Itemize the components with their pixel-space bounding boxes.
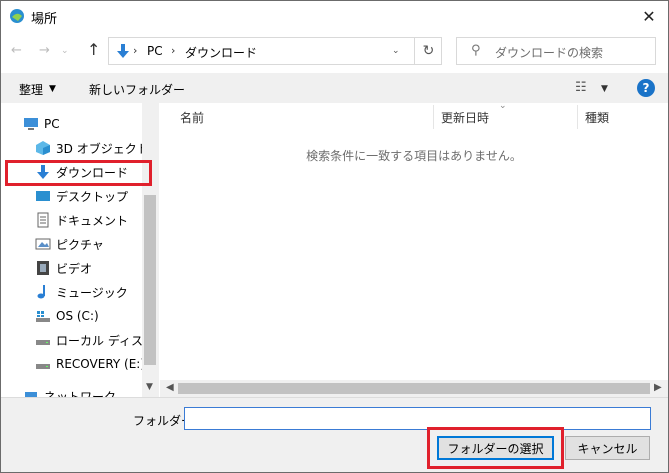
view-dropdown-icon[interactable]: ▼ [601,84,608,94]
scroll-right-icon[interactable]: ▶ [654,382,662,393]
column-header-type[interactable]: 種類 [585,109,609,126]
column-separator[interactable] [577,105,578,129]
organize-dropdown-icon[interactable]: ▼ [49,84,56,94]
new-folder-button[interactable]: 新しいフォルダー [89,81,185,98]
drive-icon [36,364,50,369]
nav-item-pc[interactable]: PC [23,113,60,135]
breadcrumb-chevron-icon[interactable]: › [171,44,175,57]
scrollbar-thumb[interactable] [144,195,156,365]
nav-item-network[interactable]: ネットワーク [23,385,116,397]
nav-item-3d-objects[interactable]: 3D オブジェクト [35,137,149,159]
empty-message: 検索条件に一致する項目はありません。 [306,149,522,163]
desktop-icon [36,191,50,201]
forward-arrow-icon[interactable]: → [39,43,50,58]
drive-icon [36,340,50,345]
search-icon: ⚲ [471,43,481,58]
breadcrumb-chevron-icon[interactable]: › [133,44,137,57]
toolbar: 整理 ▼ 新しいフォルダー ☷ ▼ ? [1,73,668,103]
navigation-row: ← → ⌄ ↑ › PC › ダウンロード ⌄ ↻ ⚲ ダウンロードの検索 [1,31,668,71]
view-options-icon[interactable]: ☷ [575,80,587,95]
computer-icon [24,118,38,130]
column-header-name[interactable]: 名前 [180,109,204,126]
refresh-icon: ↻ [422,43,435,59]
folder-picker-dialog: 場所 ✕ ← → ⌄ ↑ › PC › ダウンロード ⌄ ↻ ⚲ ダウンロードの… [0,0,669,473]
nav-item-videos[interactable]: ビデオ [35,257,92,279]
nav-item-pictures[interactable]: ピクチャ [35,233,104,255]
scroll-left-icon[interactable]: ◀ [166,382,174,393]
window-title: 場所 [31,12,58,27]
horizontal-scrollbar[interactable]: ◀ ▶ [160,380,668,397]
close-icon: ✕ [642,6,656,26]
navigation-pane: PC 3D オブジェクト ダウンロード デスクトップ ドキュメント ピクチャ ビ… [1,103,159,397]
cube-icon [36,141,50,155]
address-dropdown-icon[interactable]: ⌄ [392,46,400,56]
refresh-button[interactable]: ↻ [414,38,442,64]
up-arrow-icon[interactable]: ↑ [87,40,100,59]
breadcrumb-downloads[interactable]: ダウンロード [185,44,257,61]
video-icon [37,261,49,275]
scrollbar-thumb[interactable] [178,383,650,394]
sort-chevron-icon: ⌄ [499,101,507,111]
network-icon [25,392,37,397]
organize-button[interactable]: 整理 [19,81,43,98]
breadcrumb-pc[interactable]: PC [147,44,163,58]
music-note-icon [37,285,45,299]
document-icon [37,212,49,228]
help-button[interactable]: ? [637,79,655,97]
address-bar[interactable]: › PC › ダウンロード ⌄ ↻ [108,37,442,65]
column-header-date-modified[interactable]: 更新日時 [441,109,489,126]
picture-icon [35,238,51,250]
folder-name-input[interactable] [184,407,651,430]
highlight-annotation [427,427,564,469]
back-arrow-icon[interactable]: ← [11,43,22,58]
recent-locations-chevron-icon[interactable]: ⌄ [61,46,69,56]
title-bar: 場所 ✕ [1,1,668,31]
close-button[interactable]: ✕ [638,5,660,27]
dialog-footer: フォルダー: フォルダーの選択 キャンセル [1,397,668,472]
scroll-down-icon[interactable]: ▼ [146,382,153,392]
help-icon: ? [642,81,650,95]
download-folder-icon [117,44,129,58]
system-drive-icon [36,311,50,322]
nav-item-documents[interactable]: ドキュメント [35,209,128,231]
search-placeholder: ダウンロードの検索 [495,46,604,60]
navigation-pane-scrollbar[interactable]: ▼ [142,103,159,397]
cancel-button[interactable]: キャンセル [565,436,650,460]
nav-item-drive-c[interactable]: OS (C:) [35,305,99,327]
nav-item-drive-e[interactable]: RECOVERY (E:) [35,353,145,375]
highlight-annotation [5,160,152,186]
file-list-pane: 名前 ⌄ 更新日時 種類 検索条件に一致する項目はありません。 ◀ ▶ [160,101,668,397]
app-icon [10,9,24,23]
nav-item-music[interactable]: ミュージック [35,281,128,303]
search-box[interactable]: ⚲ ダウンロードの検索 [456,37,656,65]
nav-item-desktop[interactable]: デスクトップ [35,185,128,207]
nav-item-drive-d[interactable]: ローカル ディスク (D [35,329,159,351]
column-separator[interactable] [433,105,434,129]
